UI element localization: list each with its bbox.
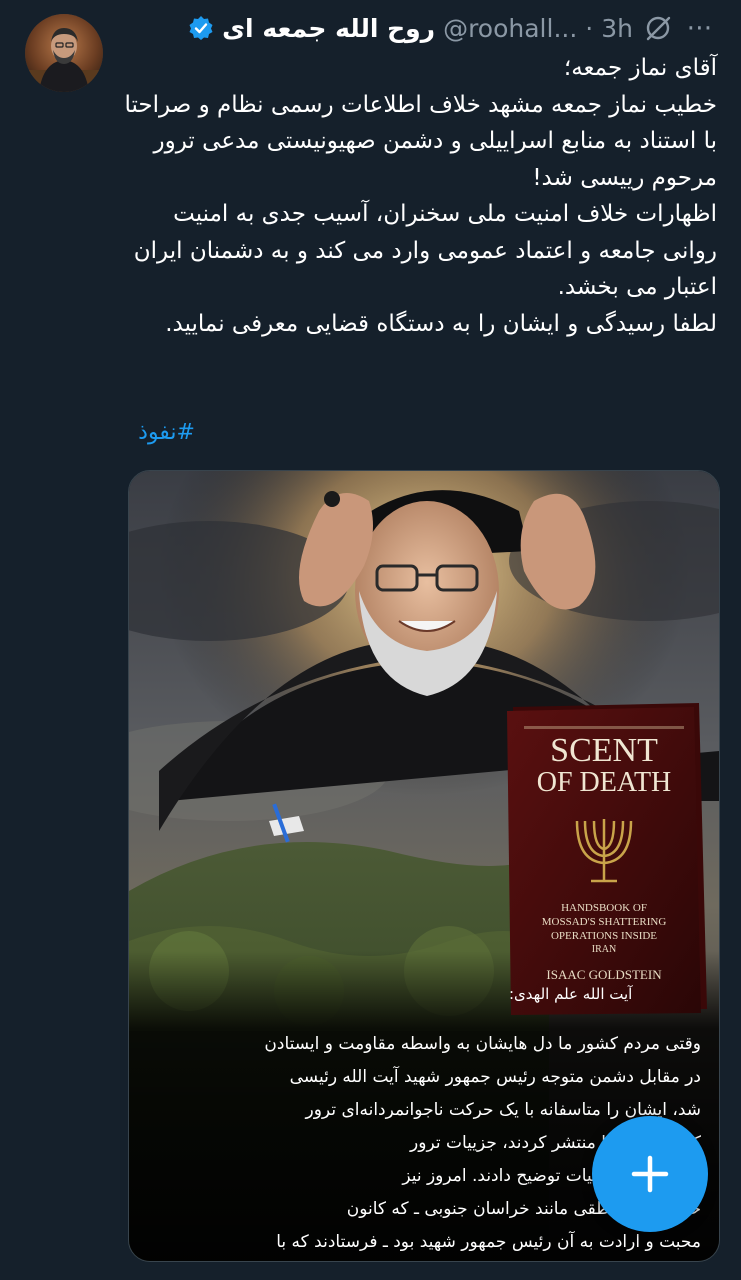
tweet-line: لطفا رسیدگی و ایشان را به دستگاه قضایی م… [165, 310, 717, 337]
book-author: ISAAC GOLDSTEIN [546, 967, 662, 982]
book-subtitle-line1: HANDSBOOK OF [561, 902, 647, 914]
book-subtitle-line4: IRAN [592, 944, 616, 955]
quote-line: محبت و ارادت به آن رئیس جمهور شهید بود ـ… [276, 1230, 701, 1252]
tweet-line: آقای نماز جمعه؛ [563, 55, 717, 81]
tweet-line: خطیب نماز جمعه مشهد خلاف اطلاعات رسمی نظ… [117, 91, 717, 191]
tweet-time[interactable]: 3h [601, 14, 633, 43]
separator-dot: · [585, 13, 594, 43]
quote-line: در مقابل دشمن متوجه رئیس جمهور شهید آیت … [290, 1065, 701, 1087]
tweet-text: آقای نماز جمعه؛ خطیب نماز جمعه مشهد خلاف… [120, 50, 717, 342]
compose-tweet-button[interactable] [592, 1116, 708, 1232]
book-title-line1: SCENT [550, 732, 658, 769]
hashtag-link[interactable]: #نفوذ [138, 420, 195, 445]
author-name[interactable]: روح الله جمعه ای [222, 14, 435, 43]
plus-icon [631, 1155, 669, 1193]
book-title-line2: OF DEATH [537, 767, 672, 798]
author-handle[interactable]: @roohall... [443, 14, 577, 43]
verified-badge-icon [188, 15, 214, 41]
grok-icon[interactable] [641, 13, 675, 43]
tweet[interactable]: ⋯ 3h · @roohall... روح الله جمعه ای آقای… [0, 0, 741, 1280]
quote-heading: آیت الله علم الهدی: [509, 985, 633, 1003]
book-cover: SCENT OF DEATH HANDSBOOK OF MOSSAD'S SHA… [507, 703, 707, 1015]
more-options-icon[interactable]: ⋯ [683, 13, 717, 43]
author-avatar[interactable] [25, 14, 103, 92]
book-subtitle-line3: OPERATIONS INSIDE [551, 930, 657, 942]
quote-line: وقتی مردم کشور ما دل هایشان به واسطه مقا… [264, 1034, 701, 1054]
tweet-line: اظهارات خلاف امنیت ملی سخنران، آسیب جدی … [126, 201, 717, 300]
book-subtitle-line2: MOSSAD'S SHATTERING [542, 916, 667, 928]
tweet-header: ⋯ 3h · @roohall... روح الله جمعه ای [120, 8, 717, 48]
